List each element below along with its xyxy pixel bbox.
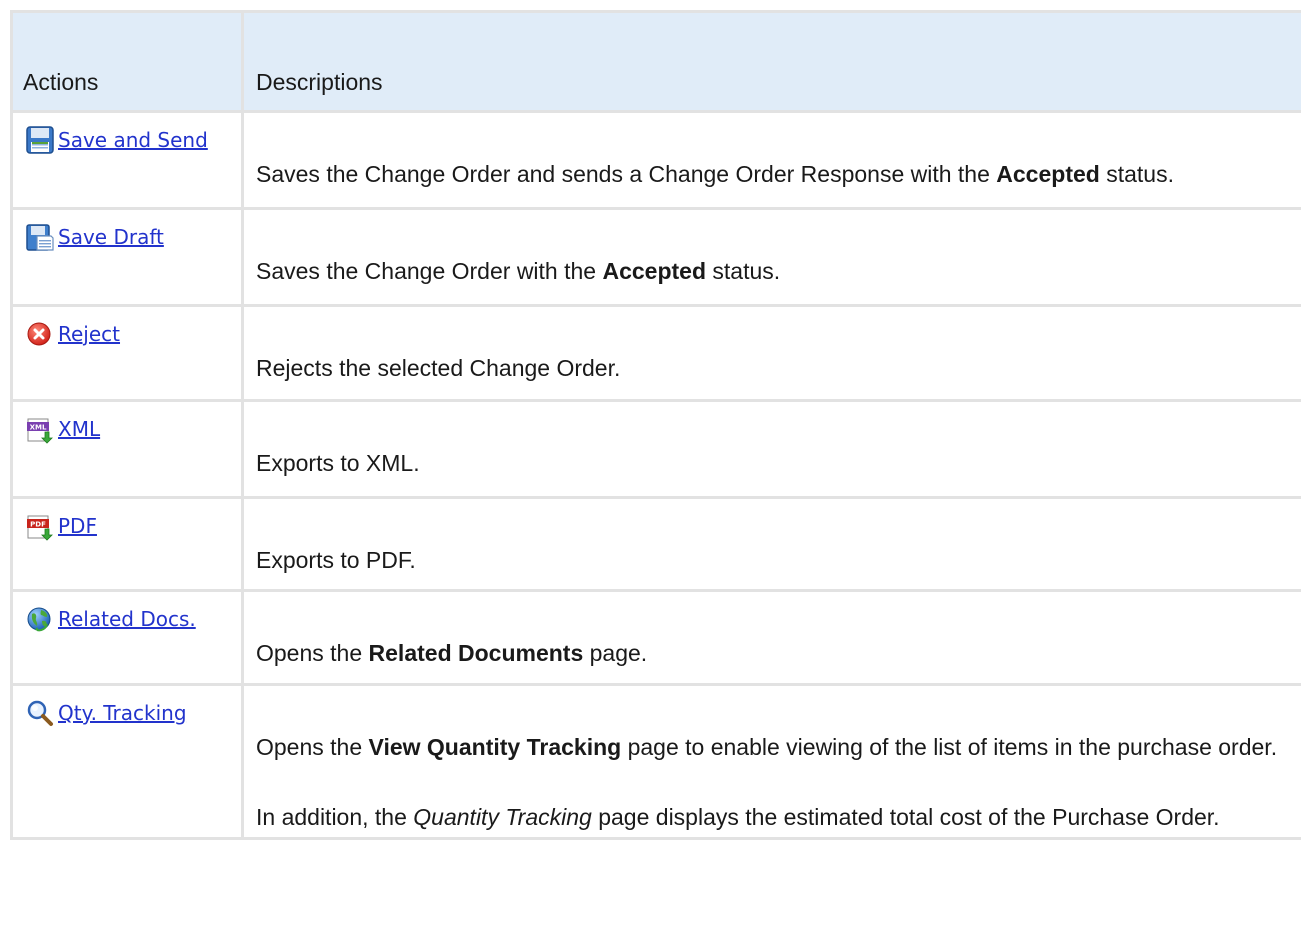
- description-cell: Saves the Change Order and sends a Chang…: [241, 110, 1301, 210]
- description-cell: Opens the Related Documents page.: [241, 589, 1301, 686]
- description-text: Rejects the selected Change Order.: [256, 355, 621, 381]
- pdf-export-label: PDF: [58, 514, 97, 538]
- table-row: Related Docs. Opens the Related Document…: [10, 589, 1301, 686]
- xml-export-label: XML: [58, 417, 101, 441]
- description-text: Opens the: [256, 734, 369, 760]
- related-docs-label: Related Docs.: [58, 607, 196, 631]
- description-text: Exports to XML.: [256, 450, 420, 476]
- reject-icon: [25, 319, 55, 349]
- descriptions-column-header: Descriptions: [241, 10, 1301, 113]
- action-cell: Save Draft: [10, 207, 244, 307]
- description-bold-text: Related Documents: [368, 640, 584, 666]
- table-row: PDF PDF Exports to PDF.: [10, 496, 1301, 592]
- save-draft-icon: [25, 222, 55, 252]
- description-text: status.: [706, 258, 781, 284]
- xml-export-link[interactable]: XML XML: [25, 414, 100, 444]
- description-text: page.: [583, 640, 648, 666]
- description-cell: Exports to PDF.: [241, 496, 1301, 592]
- xml-export-icon: XML: [25, 414, 55, 444]
- svg-text:PDF: PDF: [30, 521, 46, 529]
- pdf-export-link[interactable]: PDF PDF: [25, 511, 97, 541]
- description-text: page to enable viewing of the list of it…: [621, 734, 1278, 760]
- svg-text:XML: XML: [30, 424, 47, 432]
- save-draft-label: Save Draft: [58, 225, 164, 249]
- save-and-send-link[interactable]: Save and Send: [25, 125, 208, 155]
- action-cell: Related Docs.: [10, 589, 244, 686]
- description-bold-text: Accepted: [996, 161, 1100, 187]
- qty-tracking-link[interactable]: Qty. Tracking: [25, 698, 187, 728]
- description-text: page displays the estimated total cost o…: [591, 804, 1220, 830]
- description-text: Saves the Change Order and sends a Chang…: [256, 161, 997, 187]
- action-cell: XML XML: [10, 399, 244, 499]
- save-and-send-label: Save and Send: [58, 128, 208, 152]
- table-row: Save Draft Saves the Change Order with t…: [10, 207, 1301, 307]
- action-cell: Reject: [10, 304, 244, 402]
- globe-icon: [25, 604, 55, 634]
- description-text: Saves the Change Order with the: [256, 258, 603, 284]
- description-italic-text: Quantity Tracking: [413, 804, 592, 830]
- description-cell: Saves the Change Order with the Accepted…: [241, 207, 1301, 307]
- table-header-row: Actions Descriptions: [10, 10, 1301, 113]
- pdf-export-icon: PDF: [25, 511, 55, 541]
- description-cell: Opens the View Quantity Tracking page to…: [241, 683, 1301, 840]
- description-paragraph: In addition, the Quantity Tracking page …: [256, 797, 1301, 837]
- action-cell: PDF PDF: [10, 496, 244, 592]
- description-bold-text: View Quantity Tracking: [368, 734, 622, 760]
- related-docs-link[interactable]: Related Docs.: [25, 604, 196, 634]
- table-row: Qty. Tracking Opens the View Quantity Tr…: [10, 683, 1301, 840]
- description-cell: Rejects the selected Change Order.: [241, 304, 1301, 402]
- save-draft-link[interactable]: Save Draft: [25, 222, 164, 252]
- table-row: Save and Send Saves the Change Order and…: [10, 110, 1301, 210]
- description-text: status.: [1099, 161, 1174, 187]
- action-cell: Save and Send: [10, 110, 244, 210]
- save-disk-icon: [25, 125, 55, 155]
- magnifier-icon: [25, 698, 55, 728]
- description-text: In addition, the: [256, 804, 414, 830]
- description-text: Opens the: [256, 640, 369, 666]
- qty-tracking-label: Qty. Tracking: [58, 701, 187, 725]
- description-cell: Exports to XML.: [241, 399, 1301, 499]
- description-paragraph: Opens the View Quantity Tracking page to…: [256, 727, 1301, 767]
- actions-table: Actions Descriptions Save and Send Saves…: [10, 10, 1301, 840]
- table-row: Reject Rejects the selected Change Order…: [10, 304, 1301, 402]
- description-text: Exports to PDF.: [256, 547, 416, 573]
- reject-link[interactable]: Reject: [25, 319, 120, 349]
- description-bold-text: Accepted: [602, 258, 707, 284]
- table-row: XML XML Exports to XML.: [10, 399, 1301, 499]
- actions-column-header: Actions: [10, 10, 244, 113]
- reject-label: Reject: [58, 322, 121, 346]
- action-cell: Qty. Tracking: [10, 683, 244, 840]
